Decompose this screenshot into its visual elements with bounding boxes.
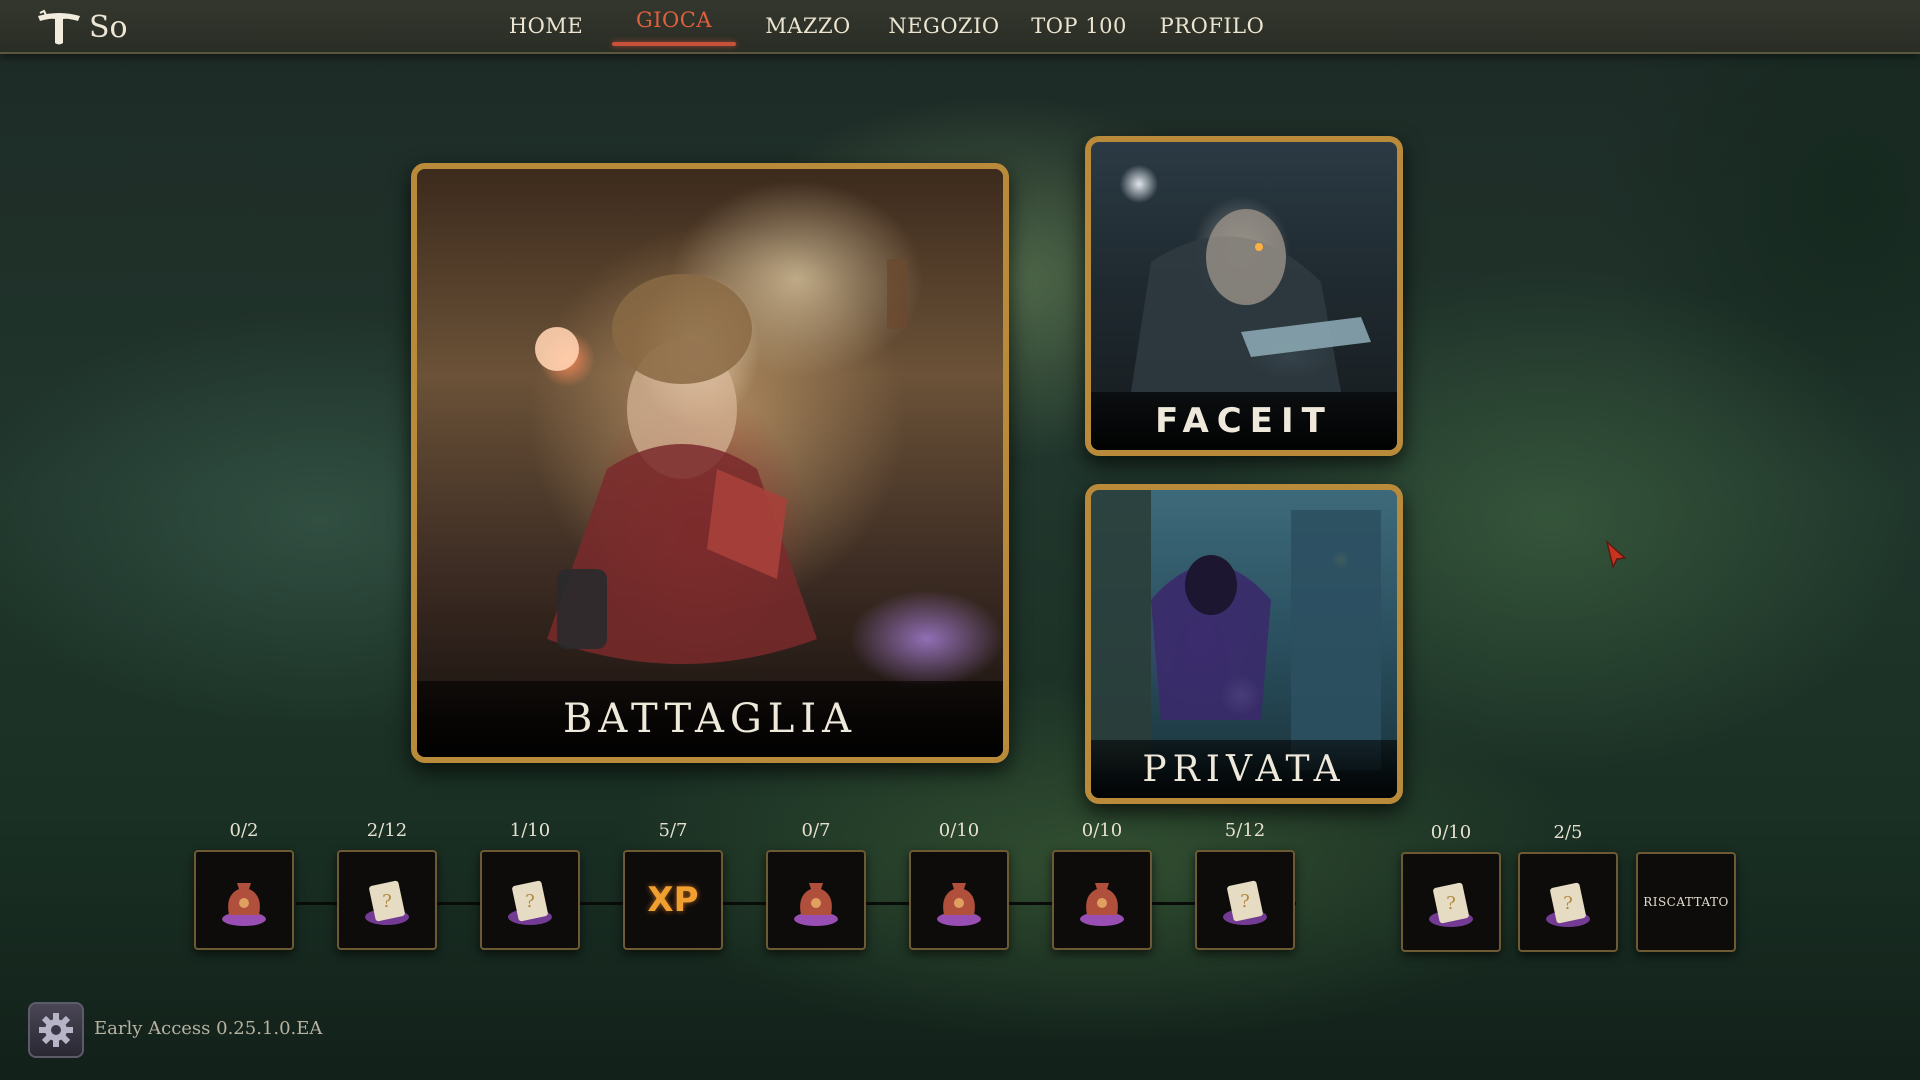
battle-mode-label: BATTAGLIA <box>417 681 1003 757</box>
reward-slot: RISCATTATO <box>1634 822 1738 952</box>
reward-slot: 0/2 <box>192 820 296 950</box>
version-label: Early Access 0.25.1.0.EA <box>94 1018 323 1039</box>
main-nav: HOME GIOCA MAZZO NEGOZIO TOP 100 PROFILO <box>480 0 1274 52</box>
reward-slot: 0/7 <box>764 820 868 950</box>
svg-text:?: ? <box>1240 891 1250 912</box>
tavern-t-logo-icon[interactable] <box>34 8 84 48</box>
reward-box[interactable]: ? <box>337 850 437 950</box>
reward-slot: 5/12 ? <box>1193 820 1297 950</box>
nav-home[interactable]: HOME <box>480 0 612 52</box>
reward-slot: 0/10 <box>907 820 1011 950</box>
active-tab-underline <box>612 42 736 46</box>
svg-text:?: ? <box>1446 893 1456 914</box>
faceit-mode-label: FACEIT <box>1091 392 1397 450</box>
redeemed-label: RISCATTATO <box>1643 895 1729 909</box>
nav-home-label: HOME <box>508 14 584 38</box>
sorceress-illustration <box>535 259 907 664</box>
reward-slot: 2/12 ? <box>335 820 439 950</box>
svg-text:?: ? <box>525 891 535 912</box>
reward-progress: 0/10 <box>1081 820 1123 841</box>
reward-slot: 0/10 <box>1050 820 1154 950</box>
reward-box[interactable]: XP <box>623 850 723 950</box>
reward-progress: 1/10 <box>509 820 551 841</box>
nav-deck-label: MAZZO <box>765 14 851 38</box>
top-bar: So HOME GIOCA MAZZO NEGOZIO TOP 100 PROF… <box>0 0 1920 54</box>
xp-icon: XP <box>647 880 699 920</box>
private-mode-label: PRIVATA <box>1091 740 1397 798</box>
reward-progress: 2/12 <box>366 820 408 841</box>
nav-shop-label: NEGOZIO <box>888 14 1000 38</box>
card-pack-icon: ? <box>365 880 409 925</box>
reward-slot: 1/10 ? <box>478 820 582 950</box>
reward-box[interactable] <box>766 850 866 950</box>
reward-progress: 0/10 <box>938 820 980 841</box>
reward-box[interactable]: ? <box>1195 850 1295 950</box>
nav-shop[interactable]: NEGOZIO <box>880 0 1008 52</box>
redeemed-reward-box[interactable]: RISCATTATO <box>1636 852 1736 952</box>
nav-play-label: GIOCA <box>635 8 713 32</box>
reward-progress: 0/2 <box>229 820 259 841</box>
battle-artwork <box>417 169 1003 757</box>
faceit-mode-tile[interactable]: FACEIT <box>1085 136 1403 456</box>
reward-box[interactable]: ? <box>1518 852 1618 952</box>
mouse-cursor-icon <box>1605 540 1627 570</box>
reward-progress: 2/5 <box>1553 822 1583 843</box>
player-name[interactable]: So <box>89 10 128 45</box>
reward-progress: 0/7 <box>801 820 831 841</box>
private-mode-tile[interactable]: PRIVATA <box>1085 484 1403 804</box>
reward-progress: 5/7 <box>658 820 688 841</box>
settings-button[interactable] <box>28 1002 84 1058</box>
reward-box[interactable] <box>194 850 294 950</box>
card-pack-icon: ? <box>1223 880 1267 925</box>
reward-slot: 2/5 ? <box>1516 822 1620 952</box>
reward-progress <box>1634 822 1738 852</box>
bag-icon <box>937 883 981 926</box>
reward-box[interactable] <box>909 850 1009 950</box>
svg-text:?: ? <box>1563 893 1573 914</box>
bag-icon <box>222 883 266 926</box>
nav-profile[interactable]: PROFILO <box>1150 0 1274 52</box>
gear-icon <box>39 1013 73 1047</box>
nav-profile-label: PROFILO <box>1159 14 1265 38</box>
nav-top100[interactable]: TOP 100 <box>1008 0 1150 52</box>
card-pack-icon: ? <box>508 880 552 925</box>
reward-slot: 0/10 ? <box>1399 822 1503 952</box>
bag-icon <box>1080 883 1124 926</box>
card-pack-icon: ? <box>1429 882 1473 927</box>
card-pack-icon: ? <box>1546 882 1590 927</box>
reward-box[interactable]: ? <box>480 850 580 950</box>
nav-top100-label: TOP 100 <box>1031 14 1127 38</box>
battle-mode-tile[interactable]: BATTAGLIA <box>411 163 1009 763</box>
bag-icon <box>794 883 838 926</box>
reward-box[interactable]: ? <box>1401 852 1501 952</box>
nav-deck[interactable]: MAZZO <box>736 0 880 52</box>
reward-box[interactable] <box>1052 850 1152 950</box>
svg-text:?: ? <box>382 891 392 912</box>
nav-play[interactable]: GIOCA <box>612 0 736 52</box>
reward-progress: 0/10 <box>1430 822 1472 843</box>
reward-slot: 5/7 XP <box>621 820 725 950</box>
reward-progress: 5/12 <box>1224 820 1266 841</box>
